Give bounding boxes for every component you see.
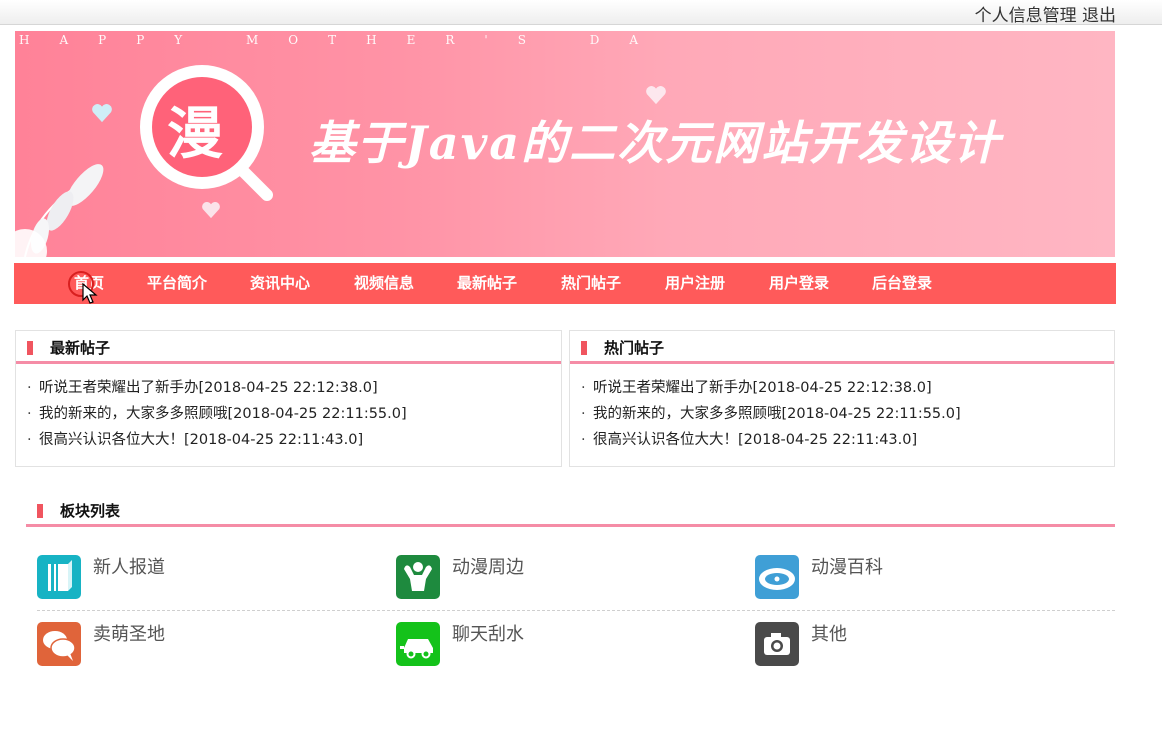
panel-title: 最新帖子 [50,339,111,357]
panel-title: 热门帖子 [604,339,665,357]
list-item[interactable]: · 很高兴认识各位大大！[2018-04-25 22:11:43.0] [570,427,1114,453]
board-name[interactable]: 新人报道 [93,553,165,579]
leaf-decoration-icon [15,164,104,257]
mouse-pointer-icon [82,283,98,304]
post-link[interactable]: 很高兴认识各位大大！[2018-04-25 22:11:43.0] [593,432,917,448]
post-link[interactable]: 很高兴认识各位大大！[2018-04-25 22:11:43.0] [39,432,363,448]
section-marker [37,504,43,518]
list-item[interactable]: · 很高兴认识各位大大！[2018-04-25 22:11:43.0] [16,427,561,453]
board-name[interactable]: 其他 [811,620,847,646]
section-marker [581,341,587,355]
board-name[interactable]: 聊天刮水 [452,620,524,646]
board-item[interactable]: 其他 [755,622,1055,668]
panel-header: 热门帖子 [570,331,1114,364]
panel-header: 最新帖子 [16,331,561,364]
book-icon [37,555,81,599]
board-name[interactable]: 动漫周边 [452,553,524,579]
nav-item-register[interactable]: 用户注册 [665,263,725,304]
section-marker [27,341,33,355]
muscle-icon [396,555,440,599]
list-item[interactable]: · 我的新来的，大家多多照顾哦[2018-04-25 22:11:55.0] [16,401,561,427]
list-item[interactable]: · 我的新来的，大家多多照顾哦[2018-04-25 22:11:55.0] [570,401,1114,427]
film-reel-icon [755,555,799,599]
main-nav: 首页 平台简介 资讯中心 视频信息 最新帖子 热门帖子 用户注册 用户登录 后台… [14,263,1116,304]
nav-item-hot-posts[interactable]: 热门帖子 [561,263,621,304]
board-name[interactable]: 动漫百科 [811,553,883,579]
list-item[interactable]: · 听说王者荣耀出了新手办[2018-04-25 22:12:38.0] [16,375,561,401]
chat-bubbles-icon [37,622,81,666]
nav-item-about[interactable]: 平台简介 [147,263,207,304]
post-list: · 听说王者荣耀出了新手办[2018-04-25 22:12:38.0] · 我的新… [570,364,1114,453]
heart-icon [202,201,220,219]
boards-header: 板块列表 [26,496,1115,527]
user-links: 个人信息管理 退出 [975,1,1116,26]
nav-item-admin-login[interactable]: 后台登录 [872,263,932,304]
board-item[interactable]: 聊天刮水 [396,622,696,668]
post-link[interactable]: 听说王者荣耀出了新手办[2018-04-25 22:12:38.0] [593,380,932,396]
board-item[interactable]: 动漫百科 [755,555,1055,601]
post-link[interactable]: 听说王者荣耀出了新手办[2018-04-25 22:12:38.0] [39,380,378,396]
nav-item-latest-posts[interactable]: 最新帖子 [457,263,517,304]
site-banner: HAPPY MOTHER'S DA 漫 基于Java的二次元网站开发设计 [15,31,1115,257]
camera-icon [755,622,799,666]
heart-icon [92,104,112,123]
post-link[interactable]: 我的新来的，大家多多照顾哦[2018-04-25 22:11:55.0] [593,406,961,422]
logo-char: 漫 [167,101,223,167]
logout-link[interactable]: 退出 [1082,6,1116,26]
top-bar: 个人信息管理 退出 [0,0,1162,26]
board-divider [37,610,1115,611]
site-title: 基于Java的二次元网站开发设计 [309,116,1002,170]
hot-posts-panel: 热门帖子 · 听说王者荣耀出了新手办[2018-04-25 22:12:38.0]… [569,330,1115,467]
board-item[interactable]: 新人报道 [37,555,337,601]
latest-posts-panel: 最新帖子 · 听说王者荣耀出了新手办[2018-04-25 22:12:38.0]… [15,330,562,467]
heart-icon [646,86,666,105]
nav-item-news[interactable]: 资讯中心 [250,263,310,304]
post-list: · 听说王者荣耀出了新手办[2018-04-25 22:12:38.0] · 我的新… [16,364,561,453]
list-item[interactable]: · 听说王者荣耀出了新手办[2018-04-25 22:12:38.0] [570,375,1114,401]
board-item[interactable]: 卖萌圣地 [37,622,337,668]
nav-item-videos[interactable]: 视频信息 [354,263,414,304]
car-icon [396,622,440,666]
banner-tagline: HAPPY MOTHER'S DA [19,33,669,47]
profile-link[interactable]: 个人信息管理 [975,6,1077,26]
post-link[interactable]: 我的新来的，大家多多照顾哦[2018-04-25 22:11:55.0] [39,406,407,422]
boards-title: 板块列表 [60,502,121,520]
board-name[interactable]: 卖萌圣地 [93,620,165,646]
nav-item-login[interactable]: 用户登录 [769,263,829,304]
board-item[interactable]: 动漫周边 [396,555,696,601]
